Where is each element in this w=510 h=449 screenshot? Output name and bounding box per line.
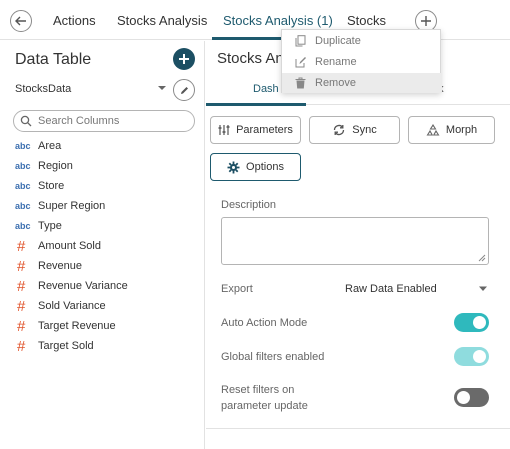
- menu-item-label: Duplicate: [315, 35, 361, 47]
- sliders-icon: [218, 124, 230, 136]
- sync-button[interactable]: Sync: [309, 116, 400, 144]
- search-columns[interactable]: [13, 110, 195, 132]
- tab-context-menu: Duplicate Rename Remove: [281, 29, 442, 93]
- panel-title: Data Table: [15, 51, 92, 68]
- search-icon: [20, 115, 32, 127]
- resize-grip-icon[interactable]: [478, 254, 486, 262]
- pencil-icon: [180, 86, 188, 94]
- numeric-type-icon: #: [17, 337, 26, 355]
- plus-icon: [179, 54, 189, 64]
- options-button[interactable]: Options: [210, 153, 301, 181]
- text-type-icon: abc: [15, 221, 31, 231]
- menu-item-label: Rename: [315, 56, 357, 68]
- edit-datasource-button[interactable]: [173, 79, 195, 101]
- auto-action-mode-toggle[interactable]: [454, 313, 489, 332]
- column-item[interactable]: abc Super Region: [15, 196, 200, 216]
- gear-icon: [227, 161, 240, 174]
- tab-actions[interactable]: Actions: [53, 13, 96, 28]
- text-type-icon: abc: [15, 161, 31, 171]
- column-item[interactable]: # Sold Variance: [15, 296, 200, 316]
- menu-item-label: Remove: [315, 77, 356, 89]
- reset-filters-label-line1: Reset filters on: [221, 384, 295, 396]
- column-name: Area: [38, 140, 62, 152]
- text-type-icon: abc: [15, 181, 31, 191]
- column-name: Amount Sold: [38, 240, 101, 252]
- sync-label: Sync: [352, 124, 377, 136]
- search-input[interactable]: [38, 115, 178, 127]
- edit-icon: [282, 56, 315, 68]
- column-name: Target Revenue: [38, 320, 116, 332]
- description-textarea[interactable]: [221, 217, 489, 265]
- column-item[interactable]: # Revenue: [15, 256, 200, 276]
- active-subtab-indicator: [206, 103, 306, 106]
- column-item[interactable]: # Amount Sold: [15, 236, 200, 256]
- numeric-type-icon: #: [17, 317, 26, 335]
- global-filters-toggle[interactable]: [454, 347, 489, 366]
- export-label: Export: [221, 283, 253, 295]
- arrow-left-icon: [15, 16, 26, 26]
- plus-icon: [421, 16, 431, 26]
- column-list: abc Area abc Region abc Store abc Super Regi…: [15, 136, 200, 356]
- menu-item-duplicate[interactable]: Duplicate: [282, 31, 442, 51]
- options-label: Options: [246, 161, 284, 173]
- trash-icon: [282, 77, 315, 89]
- parameters-button[interactable]: Parameters: [210, 116, 301, 144]
- column-name: Sold Variance: [38, 300, 106, 312]
- column-item[interactable]: # Revenue Variance: [15, 276, 200, 296]
- export-select[interactable]: Raw Data Enabled: [345, 278, 490, 300]
- column-item[interactable]: abc Region: [15, 156, 200, 176]
- numeric-type-icon: #: [17, 237, 26, 255]
- datasource-select[interactable]: StocksData: [15, 83, 71, 95]
- caret-down-icon: [479, 286, 487, 291]
- dashboard-settings-panel: Stocks Anal Dash ok Parameters Sync: [206, 41, 510, 449]
- numeric-type-icon: #: [17, 257, 26, 275]
- parameters-label: Parameters: [236, 124, 293, 136]
- numeric-type-icon: #: [17, 277, 26, 295]
- menu-item-rename[interactable]: Rename: [282, 52, 442, 72]
- sync-icon: [332, 124, 346, 136]
- recycle-icon: [426, 123, 440, 137]
- column-name: Revenue Variance: [38, 280, 128, 292]
- global-filters-label: Global filters enabled: [221, 351, 325, 363]
- description-label: Description: [221, 199, 277, 211]
- text-type-icon: abc: [15, 141, 31, 151]
- column-name: Super Region: [38, 200, 106, 212]
- data-table-panel: Data Table StocksData abc Area abc Region …: [0, 41, 205, 449]
- numeric-type-icon: #: [17, 297, 26, 315]
- morph-button[interactable]: Morph: [408, 116, 495, 144]
- column-name: Type: [38, 220, 62, 232]
- morph-label: Morph: [445, 124, 478, 136]
- reset-filters-toggle[interactable]: [454, 388, 489, 407]
- column-name: Store: [38, 180, 65, 192]
- auto-action-mode-label: Auto Action Mode: [221, 317, 308, 329]
- column-name: Target Sold: [38, 340, 94, 352]
- text-type-icon: abc: [15, 201, 31, 211]
- add-button[interactable]: [173, 48, 195, 70]
- menu-item-remove[interactable]: Remove: [282, 73, 442, 93]
- tab-stocks-analysis-1[interactable]: Stocks Analysis (1): [223, 13, 333, 28]
- tab-dashboard[interactable]: Dash: [253, 83, 279, 95]
- column-name: Region: [38, 160, 73, 172]
- copy-icon: [282, 35, 315, 47]
- column-item[interactable]: abc Store: [15, 176, 200, 196]
- reset-filters-label-line2: parameter update: [221, 400, 308, 412]
- export-value: Raw Data Enabled: [345, 283, 437, 295]
- column-name: Revenue: [38, 260, 83, 272]
- divider: [206, 428, 510, 429]
- column-item[interactable]: abc Type: [15, 216, 200, 236]
- column-item[interactable]: # Target Revenue: [15, 316, 200, 336]
- tab-stocks-analysis[interactable]: Stocks Analysis: [117, 13, 207, 28]
- caret-down-icon[interactable]: [157, 84, 167, 92]
- back-button[interactable]: [10, 10, 32, 32]
- column-item[interactable]: abc Area: [15, 136, 200, 156]
- column-item[interactable]: # Target Sold: [15, 336, 200, 356]
- tab-stocks[interactable]: Stocks: [347, 13, 386, 28]
